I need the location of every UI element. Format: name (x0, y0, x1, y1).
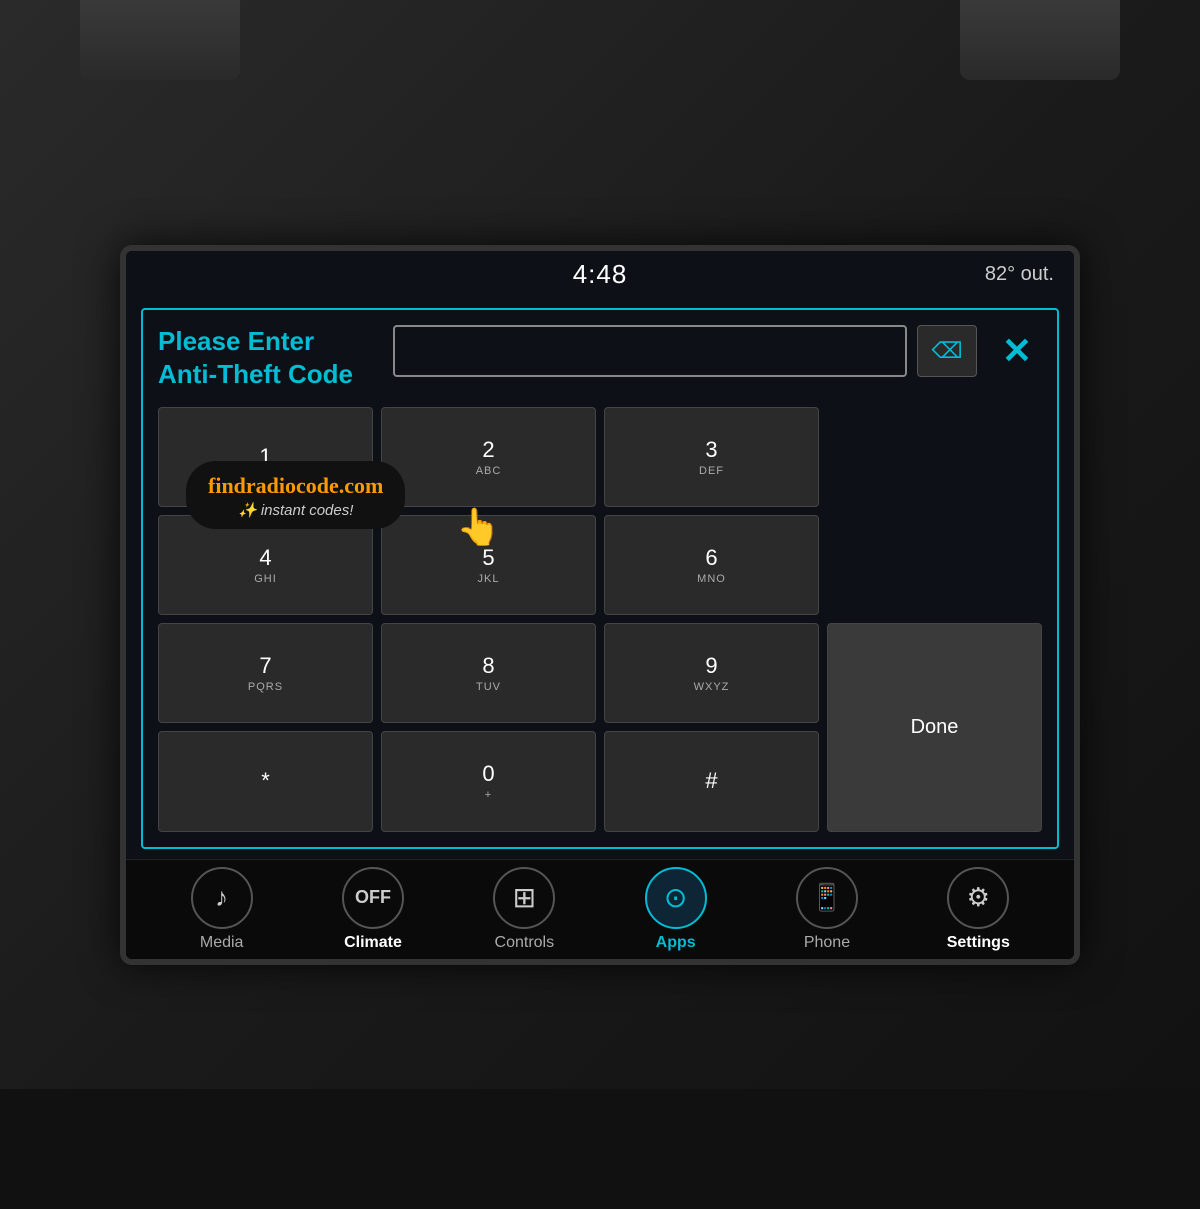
dialog-top-row: Please Enter Anti-Theft Code ⌫ ✕ (158, 325, 1042, 393)
key-hash[interactable]: # (604, 731, 819, 831)
nav-settings-label: Settings (947, 934, 1010, 952)
code-input-field[interactable] (393, 325, 907, 377)
key-3[interactable]: 3 DEF (604, 407, 819, 507)
empty-2 (827, 515, 1042, 615)
nav-climate[interactable]: OFF Climate (313, 867, 433, 952)
key-8[interactable]: 8 TUV (381, 623, 596, 723)
keypad: 1 2 ABC 3 DEF 4 (158, 407, 1042, 831)
nav-phone-label: Phone (804, 934, 850, 952)
temperature-display: 82° out. (985, 263, 1054, 286)
music-icon: ♪ (215, 882, 228, 913)
settings-icon-circle: ⚙ (947, 867, 1009, 929)
key-5[interactable]: 5 JKL (381, 515, 596, 615)
nav-settings[interactable]: ⚙ Settings (918, 867, 1038, 952)
close-icon: ✕ (1002, 330, 1032, 372)
key-6[interactable]: 6 MNO (604, 515, 819, 615)
key-9[interactable]: 9 WXYZ (604, 623, 819, 723)
clock-display: 4:48 (573, 259, 628, 290)
empty-1 (827, 407, 1042, 507)
infotainment-screen: 4:48 82° out. Please Enter Anti-Theft Co… (120, 245, 1080, 965)
nav-phone[interactable]: 📱 Phone (767, 867, 887, 952)
nav-apps-label: Apps (656, 934, 696, 952)
climate-icon-circle: OFF (342, 867, 404, 929)
backspace-button[interactable]: ⌫ (917, 325, 977, 377)
close-button[interactable]: ✕ (992, 326, 1042, 376)
input-area: ⌫ ✕ (393, 325, 1042, 377)
nav-bar: ♪ Media OFF Climate ⊞ Controls (126, 859, 1074, 959)
dashboard-trim (0, 1089, 1200, 1209)
main-content: Please Enter Anti-Theft Code ⌫ ✕ (126, 298, 1074, 859)
apps-icon: ⊙ (664, 881, 687, 914)
frame-decoration-right (960, 0, 1120, 80)
phone-icon: 📱 (811, 882, 843, 913)
nav-media-label: Media (200, 934, 244, 952)
key-2[interactable]: 2 ABC (381, 407, 596, 507)
nav-climate-label: Climate (344, 934, 402, 952)
key-4[interactable]: 4 GHI (158, 515, 373, 615)
car-frame: 4:48 82° out. Please Enter Anti-Theft Co… (0, 0, 1200, 1209)
nav-controls-label: Controls (495, 934, 555, 952)
media-icon-circle: ♪ (191, 867, 253, 929)
backspace-icon: ⌫ (931, 338, 962, 364)
key-0[interactable]: 0 + (381, 731, 596, 831)
controls-icon-circle: ⊞ (493, 867, 555, 929)
status-bar: 4:48 82° out. (126, 251, 1074, 298)
frame-decoration-left (80, 0, 240, 80)
screen-content: 4:48 82° out. Please Enter Anti-Theft Co… (126, 251, 1074, 959)
controls-icon: ⊞ (513, 881, 536, 914)
key-7[interactable]: 7 PQRS (158, 623, 373, 723)
nav-media[interactable]: ♪ Media (162, 867, 282, 952)
key-1[interactable]: 1 (158, 407, 373, 507)
phone-icon-circle: 📱 (796, 867, 858, 929)
off-icon: OFF (355, 887, 391, 908)
apps-icon-circle: ⊙ (645, 867, 707, 929)
nav-controls[interactable]: ⊞ Controls (464, 867, 584, 952)
dialog-title: Please Enter Anti-Theft Code (158, 325, 378, 393)
gear-icon: ⚙ (967, 882, 990, 913)
nav-apps[interactable]: ⊙ Apps (616, 867, 736, 952)
key-star[interactable]: * (158, 731, 373, 831)
anti-theft-dialog: Please Enter Anti-Theft Code ⌫ ✕ (141, 308, 1059, 849)
done-button[interactable]: Done (827, 623, 1042, 831)
